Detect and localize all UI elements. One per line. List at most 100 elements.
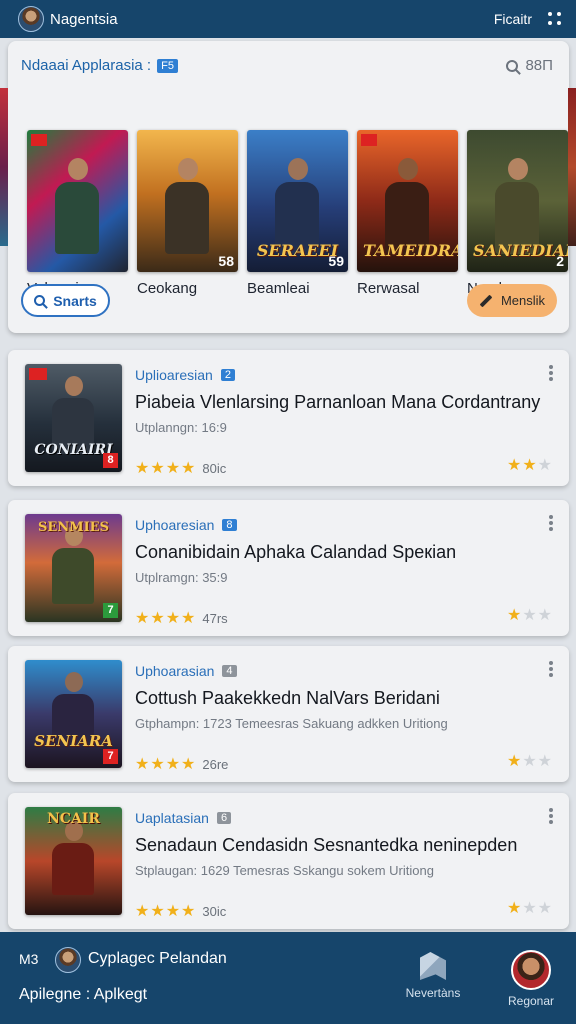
item-meta: Gtphampn: 1723 Temeesras Sakuang adkken …: [135, 716, 448, 731]
more-options-icon[interactable]: [549, 808, 553, 824]
publisher-logo: [31, 134, 47, 146]
user-rating[interactable]: ★★★: [507, 751, 553, 771]
game-tile[interactable]: 58 Ceokang: [137, 130, 238, 297]
game-thumbnail: SENIARA 7: [25, 660, 122, 768]
age-rating-badge: 7: [103, 749, 118, 764]
filter-link[interactable]: Ficaitr: [494, 11, 532, 27]
nav-label: Regonar: [507, 994, 555, 1008]
search-icon: [506, 59, 519, 72]
category-row: Uplioaresian 2: [135, 367, 235, 383]
list-item[interactable]: SENIARA 7 Uphoarasian 4 Cottush Paakekke…: [8, 646, 569, 782]
nav-item-nevertans[interactable]: Nevertàns: [396, 952, 470, 1000]
item-title[interactable]: Piabeia Vlenlarsing Parnanloan Mana Cord…: [135, 392, 540, 413]
game-thumbnail: SENMIES 7: [25, 514, 122, 622]
item-title[interactable]: Senadaun Cendasidn Sesnantedka neninepde…: [135, 835, 517, 856]
item-title[interactable]: Conanibidain Aphaka Calandad Speкian: [135, 542, 456, 563]
game-cover: SERAEEI 59: [247, 130, 348, 272]
app-status: Apilegne : Aplkegt: [19, 986, 148, 1003]
tile-name: Ceokang: [137, 280, 198, 297]
featured-search[interactable]: 88Π: [506, 57, 553, 74]
cover-number: 2: [556, 253, 564, 269]
featured-panel: Ndaaai Applarasia : F5 88Π Velawaia 58 C…: [8, 41, 569, 333]
count-badge: 4: [222, 665, 237, 677]
carousel-edge-left: [0, 88, 8, 246]
user-name[interactable]: Cyplagec Pelandan: [88, 950, 227, 968]
game-tile[interactable]: TAMEIDRA Rerwasal: [357, 130, 458, 297]
category-label: Uplioaresian: [135, 367, 213, 383]
category-row: Uaplatasian 6: [135, 810, 232, 826]
item-meta: Stplaugan: 1629 Temesras Sskangu sokem U…: [135, 863, 434, 878]
rating-value: 30ic: [202, 903, 227, 919]
user-rating[interactable]: ★★★: [507, 605, 553, 625]
game-cover: [27, 130, 128, 272]
cover-title: TAMEIDRA: [363, 241, 458, 260]
cover-title: SENIARA: [34, 732, 113, 750]
user-rating[interactable]: ★★★: [507, 898, 553, 918]
age-rating-badge: 8: [103, 453, 118, 468]
game-tile[interactable]: Velawaia: [27, 130, 128, 297]
publisher-logo: [361, 134, 377, 146]
game-cover: SANIEDIAI 2: [467, 130, 568, 272]
game-tile[interactable]: SERAEEI 59 Beamleai: [247, 130, 348, 297]
category-row: Uphoarasian 4: [135, 663, 237, 679]
more-options-icon[interactable]: [549, 661, 553, 677]
user-rating[interactable]: ★★★: [507, 455, 553, 475]
cover-title: NCAIR: [47, 811, 100, 827]
star-rating-icon: ★★★★: [135, 756, 197, 773]
star-rating-icon: ★★★★: [135, 460, 197, 477]
carousel-edge-right: [568, 88, 576, 246]
search-count: 88Π: [525, 57, 553, 74]
featured-header: Ndaaai Applarasia : F5: [21, 57, 178, 74]
rating: ★★★★ 26re: [135, 754, 228, 774]
category-label: Uaplatasian: [135, 810, 209, 826]
cover-number: 59: [328, 253, 344, 269]
star-rating-icon: ★★★★: [135, 610, 197, 627]
cube-icon: [420, 952, 446, 980]
nav-label: Nevertàns: [405, 986, 461, 1000]
tile-name: Beamleai: [247, 280, 310, 297]
rating: ★★★★ 47rs: [135, 608, 228, 628]
search-button[interactable]: Snarts: [21, 284, 110, 317]
rating-value: 80ic: [202, 460, 227, 476]
item-title[interactable]: Cottush Paakekkedn NalVars Beridani: [135, 688, 440, 709]
list-item[interactable]: SENMIES 7 Uphoaresian 8 Conanibidain Aph…: [8, 500, 569, 636]
top-app-bar: Nagentsia Ficaitr: [0, 0, 576, 38]
category-label: Uphoarasian: [135, 663, 215, 679]
item-meta: Utplanngn: 16:9: [135, 420, 227, 435]
category-label: Uphoaresian: [135, 517, 215, 533]
pencil-icon: [479, 294, 493, 307]
user-avatar[interactable]: [55, 947, 81, 973]
list-item[interactable]: CONIAIRI 8 Uplioaresian 2 Piabeia Vlenla…: [8, 350, 569, 486]
rating-value: 26re: [202, 756, 229, 772]
search-button-label: Snarts: [53, 292, 97, 309]
cover-title: SENMIES: [38, 520, 109, 535]
profile-avatar: [511, 950, 551, 990]
more-options-icon[interactable]: [549, 515, 553, 531]
search-icon: [34, 295, 46, 306]
nav-item-regonar[interactable]: Regonar: [502, 950, 560, 1008]
item-meta: Utplramgn: 35:9: [135, 570, 228, 585]
list-item[interactable]: NCAIR Uaplatasian 6 Senadaun Cendasidn S…: [8, 793, 569, 929]
cover-number: 58: [218, 253, 234, 269]
game-cover: TAMEIDRA: [357, 130, 458, 272]
publisher-logo: [29, 368, 47, 380]
more-options-icon[interactable]: [549, 365, 553, 381]
game-tile[interactable]: SANIEDIAI 2 Nesdoga: [467, 130, 568, 297]
age-rating-badge: 7: [103, 603, 118, 618]
bottom-navigation: M3 Cyplagec Pelandan Apilegne : Aplkegt …: [0, 932, 576, 1024]
menu-button-label: Menslik: [500, 293, 546, 308]
count-badge: 6: [216, 812, 232, 824]
featured-carousel[interactable]: Velawaia 58 Ceokang SERAEEI 59 Beamleai …: [27, 130, 568, 297]
tile-name: Rerwasal: [357, 280, 420, 297]
menu-button[interactable]: Menslik: [467, 284, 557, 317]
count-badge: 2: [220, 369, 235, 381]
game-thumbnail: NCAIR: [25, 807, 122, 915]
account-label: M3: [19, 951, 39, 967]
featured-title: Ndaaai Applarasia :: [21, 57, 152, 74]
featured-badge: F5: [157, 58, 178, 73]
count-badge: 8: [222, 519, 237, 531]
game-cover: 58: [137, 130, 238, 272]
grid-menu-icon[interactable]: [548, 12, 562, 26]
user-avatar[interactable]: [18, 6, 44, 32]
category-row: Uphoaresian 8: [135, 517, 237, 533]
